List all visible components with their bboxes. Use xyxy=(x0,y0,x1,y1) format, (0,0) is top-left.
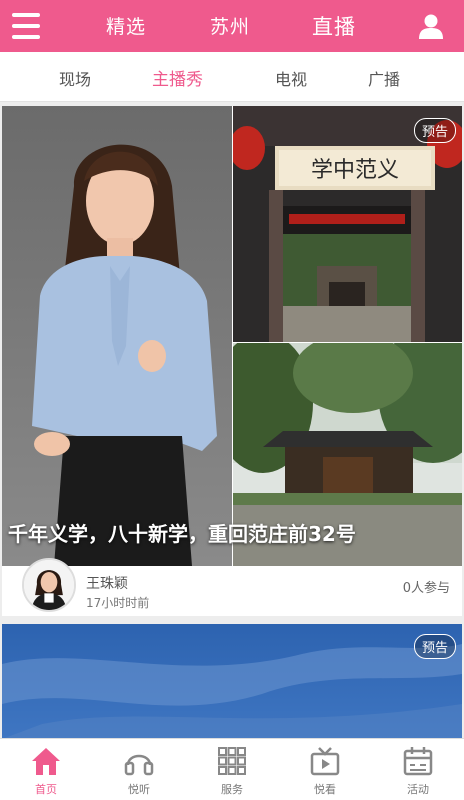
top-bar: 精选 苏州 直播 xyxy=(0,0,464,52)
post-time: 17小时时前 xyxy=(86,596,150,610)
tab-live[interactable]: 直播 xyxy=(312,11,356,41)
card-title: 千年义学，八十新学，重回范庄前32号 xyxy=(8,522,356,546)
subtab-tv[interactable]: 电视 xyxy=(275,66,307,90)
app-screen: 精选 苏州 直播 现场 主播秀 电视 广播 学中范义 预告 千年义学，八十新学，… xyxy=(0,0,464,800)
user-icon[interactable] xyxy=(418,13,444,39)
hamburger-icon[interactable] xyxy=(12,13,40,39)
tab-suzhou[interactable]: 苏州 xyxy=(210,12,250,39)
sky-cover-image xyxy=(2,624,462,739)
nav-home-label: 首页 xyxy=(35,783,57,796)
subtab-radio[interactable]: 广播 xyxy=(368,66,400,90)
live-card[interactable]: 预告 xyxy=(2,624,462,739)
nav-activity[interactable]: 活动 xyxy=(383,745,453,797)
preview-badge: 预告 xyxy=(413,118,456,143)
participant-count: 0人参与 xyxy=(402,581,450,596)
card-media[interactable]: 学中范义 预告 千年义学，八十新学，重回范庄前32号 xyxy=(2,106,462,566)
anchor-name: 王珠颖 xyxy=(86,576,128,592)
live-card[interactable]: 学中范义 预告 千年义学，八十新学，重回范庄前32号 王珠颖 17小时时前 0人… xyxy=(2,106,462,616)
card-footer: 王珠颖 17小时时前 0人参与 xyxy=(2,558,462,616)
headphones-icon xyxy=(124,754,154,776)
calendar-icon xyxy=(403,747,433,776)
tv-icon xyxy=(310,747,340,776)
anchor-portrait-image xyxy=(2,106,232,566)
sub-tab-bar: 现场 主播秀 电视 广播 xyxy=(0,52,464,102)
nav-service[interactable]: 服务 xyxy=(197,745,267,797)
subtab-scene[interactable]: 现场 xyxy=(59,66,91,90)
nav-service-label: 服务 xyxy=(221,783,243,796)
tab-featured[interactable]: 精选 xyxy=(106,12,146,39)
nav-watch[interactable]: 悦看 xyxy=(290,745,360,797)
grid-icon xyxy=(218,747,246,775)
preview-badge: 预告 xyxy=(413,634,456,659)
nav-listen-label: 悦听 xyxy=(128,783,150,796)
home-icon xyxy=(32,748,60,775)
subtab-anchor-show[interactable]: 主播秀 xyxy=(152,65,203,90)
nav-home[interactable]: 首页 xyxy=(11,745,81,797)
anchor-avatar[interactable] xyxy=(22,558,76,612)
bottom-nav: 首页 悦听 服务 悦看 活动 xyxy=(0,738,464,800)
svg-text:学中范义: 学中范义 xyxy=(311,158,399,183)
nav-activity-label: 活动 xyxy=(407,783,429,796)
nav-listen[interactable]: 悦听 xyxy=(104,745,174,797)
nav-watch-label: 悦看 xyxy=(314,783,336,796)
